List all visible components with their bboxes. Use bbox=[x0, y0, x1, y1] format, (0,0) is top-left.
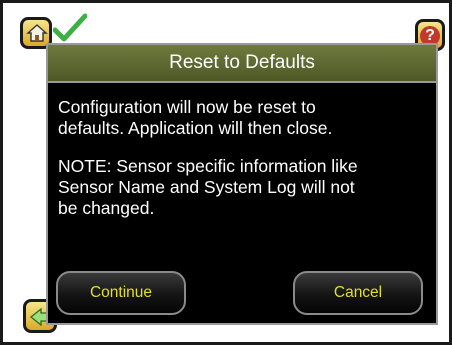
note-line: Sensor Name and System Log will not bbox=[58, 177, 355, 197]
message-line: Configuration will now be reset to bbox=[58, 97, 316, 117]
dialog-message: Configuration will now be reset to defau… bbox=[48, 83, 436, 219]
home-icon bbox=[26, 24, 48, 42]
note-line: NOTE: Sensor specific information like bbox=[58, 156, 358, 176]
reset-dialog: Reset to Defaults Configuration will now… bbox=[46, 43, 438, 325]
cancel-button[interactable]: Cancel bbox=[293, 271, 423, 315]
message-paragraph: Configuration will now be reset to defau… bbox=[58, 97, 426, 139]
continue-button[interactable]: Continue bbox=[56, 271, 186, 315]
note-paragraph: NOTE: Sensor specific information like S… bbox=[58, 156, 426, 219]
note-line: be changed. bbox=[58, 198, 155, 218]
dialog-title: Reset to Defaults bbox=[48, 45, 436, 83]
sensor-screen: ? Reset to Defaults Configuration will n… bbox=[0, 0, 452, 345]
message-line: defaults. Application will then close. bbox=[58, 118, 333, 138]
checkmark-icon bbox=[53, 13, 87, 42]
